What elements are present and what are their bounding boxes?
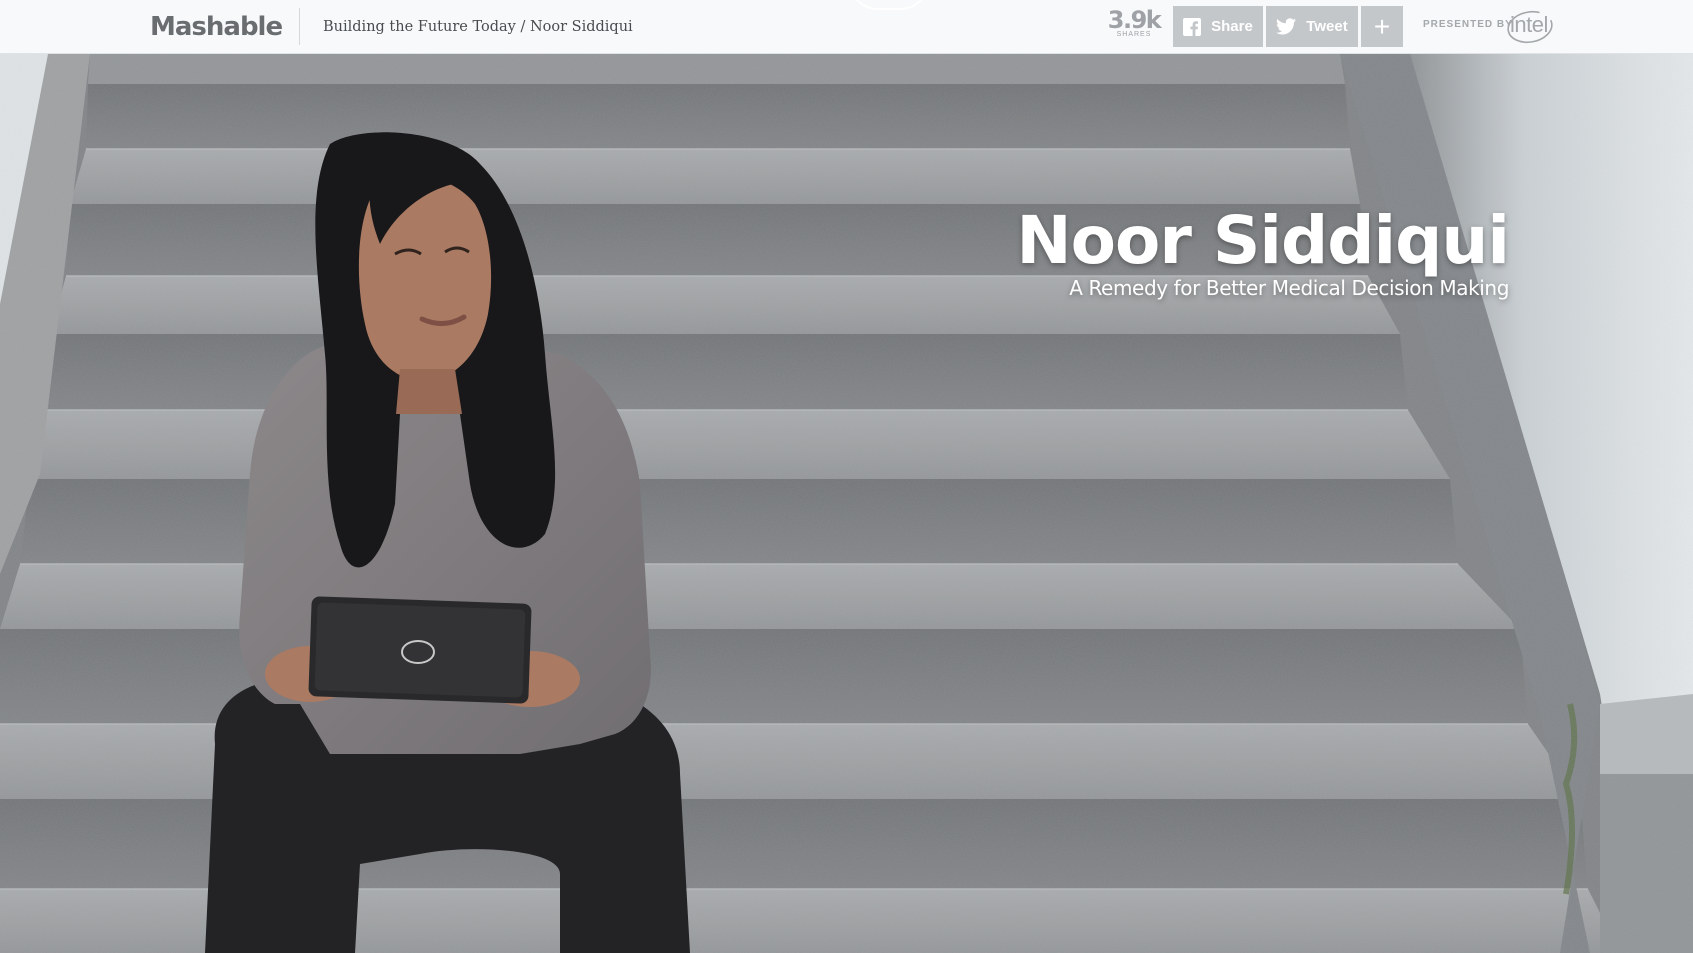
facebook-share-button[interactable]: Share — [1173, 6, 1263, 47]
intel-logo-text[interactable]: intel — [1510, 12, 1548, 38]
facebook-icon — [1183, 17, 1202, 36]
presented-by-label: PRESENTED BY — [1423, 19, 1513, 30]
breadcrumb: Building the Future Today / Noor Siddiqu… — [323, 19, 633, 35]
share-button-label: Share — [1211, 18, 1253, 35]
mashable-logo[interactable]: Mashable — [150, 9, 283, 45]
hero-photo — [0, 54, 1693, 953]
header-divider — [299, 8, 300, 45]
share-count: 3.9k SHARES — [1104, 7, 1164, 38]
hero-title: Noor Siddiqui — [1016, 202, 1510, 279]
share-count-number: 3.9k — [1107, 6, 1162, 34]
plus-icon: + — [1373, 10, 1391, 42]
more-share-button[interactable]: + — [1361, 6, 1403, 47]
top-bar: Mashable Building the Future Today / Noo… — [0, 0, 1693, 54]
tweet-button[interactable]: Tweet — [1266, 6, 1358, 47]
hero-title-block: Noor Siddiqui A Remedy for Better Medica… — [1016, 202, 1510, 301]
twitter-icon — [1276, 18, 1297, 35]
seal-emblem — [848, 0, 930, 10]
hero-banner: Noor Siddiqui A Remedy for Better Medica… — [0, 54, 1693, 953]
hero-subtitle: A Remedy for Better Medical Decision Mak… — [1069, 276, 1509, 300]
tweet-button-label: Tweet — [1306, 18, 1348, 35]
